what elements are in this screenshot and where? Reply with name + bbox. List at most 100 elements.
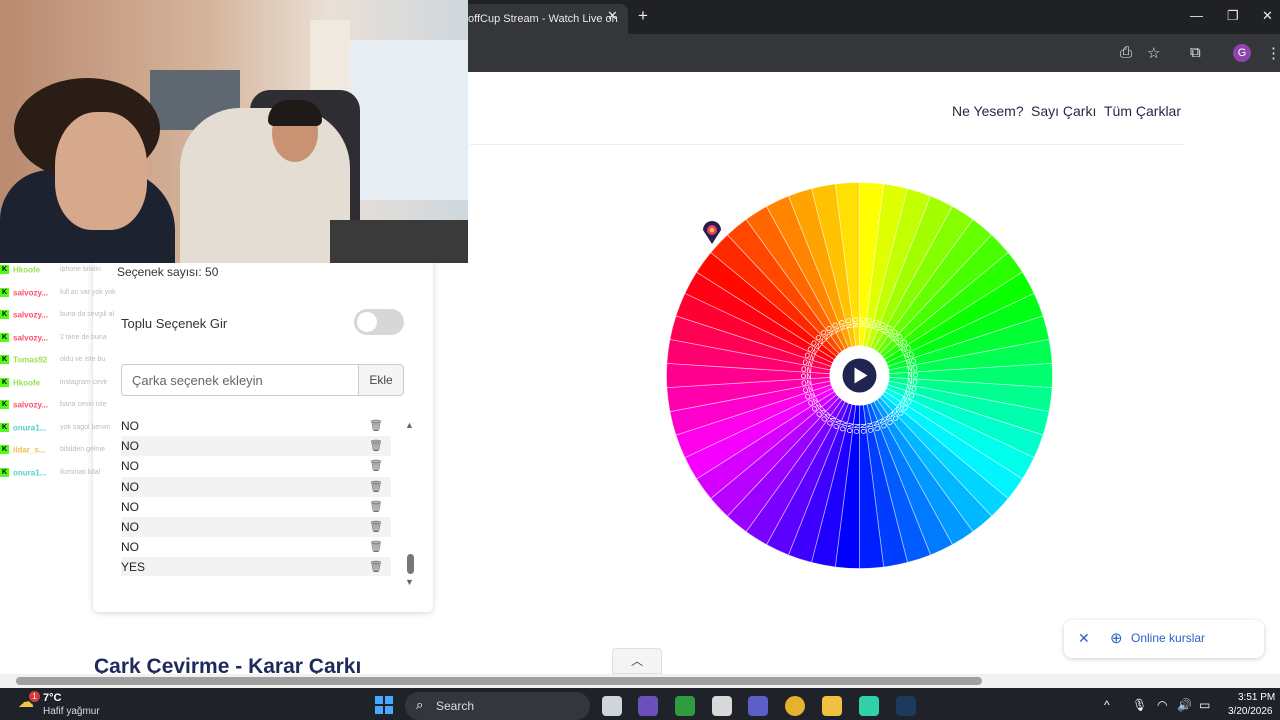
- browser-menu-icon[interactable]: ⋮: [1266, 44, 1280, 62]
- toast-close-icon[interactable]: ✕: [1078, 630, 1090, 647]
- install-app-icon[interactable]: ⎙: [1120, 44, 1132, 61]
- option-row: NO 🗑: [121, 436, 391, 457]
- chat-message: Ksalvozy...: [0, 332, 48, 342]
- chat-text: yok sagol benim: [60, 423, 111, 431]
- browser-tab[interactable]: offCup Stream - Watch Live on: [458, 4, 628, 34]
- chat-username[interactable]: salvozy...: [13, 288, 48, 297]
- chat-username[interactable]: salvozy...: [13, 310, 48, 319]
- tray-overflow-icon[interactable]: ^: [1104, 698, 1110, 712]
- wheel-graphic[interactable]: NONONONONONONONONONONONONONONONONONONONO…: [666, 182, 1053, 569]
- taskbar-app-xbox[interactable]: [675, 696, 695, 716]
- chat-message: Konura1...: [0, 467, 46, 477]
- webcam-person-seated-hair: [268, 100, 322, 126]
- taskbar-app-1[interactable]: [638, 696, 658, 716]
- trash-icon[interactable]: 🗑: [369, 557, 383, 576]
- weather-badge: 1: [29, 691, 40, 702]
- chat-username[interactable]: onura1...: [13, 468, 46, 477]
- trash-icon[interactable]: 🗑: [369, 497, 383, 517]
- battery-icon[interactable]: ▭: [1199, 698, 1210, 712]
- chat-message: Ksalvozy...: [0, 310, 48, 320]
- scroll-to-top-button[interactable]: ︿: [612, 648, 662, 674]
- plus-circle-icon: ⊕: [1110, 630, 1123, 647]
- taskbar-app-store[interactable]: [712, 696, 732, 716]
- kick-badge-icon: K: [0, 467, 9, 477]
- minimize-icon[interactable]: —: [1190, 8, 1203, 23]
- taskbar-app-chrome[interactable]: [785, 696, 805, 716]
- trash-icon[interactable]: 🗑: [369, 537, 383, 557]
- option-row: NO 🗑: [121, 497, 391, 517]
- chat-message: Ksalvozy...: [0, 400, 48, 410]
- trash-icon[interactable]: 🗑: [369, 436, 383, 456]
- taskbar-app-explorer[interactable]: [822, 696, 842, 716]
- search-icon: ⌕: [416, 697, 424, 712]
- maximize-icon[interactable]: ❐: [1227, 8, 1239, 24]
- chat-text: oldu ve iste bu: [60, 356, 106, 363]
- list-scroll-up-icon[interactable]: ▲: [405, 420, 414, 430]
- nav-link-ne-yesem[interactable]: Ne Yesem?: [952, 103, 1024, 119]
- page-heading: Çark Çevirme - Karar Çarkı: [94, 655, 362, 674]
- clock-time[interactable]: 3:51 PM: [1238, 692, 1275, 703]
- taskbar-app-task-view[interactable]: [602, 696, 622, 716]
- chat-username[interactable]: ildar_s...: [13, 445, 45, 454]
- taskbar-app-steam[interactable]: [896, 696, 916, 716]
- microphone-icon[interactable]: 🎙: [1132, 698, 1147, 712]
- webcam-person-seated: [180, 108, 350, 263]
- scrollbar-thumb[interactable]: [16, 677, 982, 685]
- bookmark-star-icon[interactable]: ☆: [1147, 44, 1160, 62]
- taskbar-search[interactable]: [405, 692, 590, 720]
- nav-divider: [470, 144, 1184, 145]
- kick-badge-icon: K: [0, 287, 9, 297]
- new-tab-icon[interactable]: +: [638, 6, 648, 26]
- option-list: NO 🗑 NO 🗑 NO 🗑 NO 🗑 NO 🗑 NO 🗑 NO 🗑 YES 🗑: [121, 416, 391, 576]
- list-scroll-down-icon[interactable]: ▼: [405, 577, 414, 587]
- webcam-overlay: [0, 0, 468, 263]
- toast-link[interactable]: Online kurslar: [1131, 631, 1205, 645]
- taskbar-app-teams[interactable]: [748, 696, 768, 716]
- kick-badge-icon: K: [0, 400, 9, 410]
- extensions-icon[interactable]: ⧉: [1190, 44, 1201, 61]
- option-row: NO 🗑: [121, 476, 391, 497]
- webcam-streamer-face: [55, 112, 147, 230]
- profile-avatar[interactable]: G: [1233, 44, 1251, 62]
- option-label: NO: [121, 519, 139, 534]
- option-row: NO 🗑: [121, 516, 391, 538]
- wheel-segment-label: NO: [852, 316, 861, 328]
- add-option-button[interactable]: Ekle: [358, 364, 404, 396]
- trash-icon[interactable]: 🗑: [369, 416, 383, 436]
- kick-badge-icon: K: [0, 265, 9, 275]
- chat-text: iluminati bilal: [60, 468, 101, 476]
- taskbar-app-discord[interactable]: [859, 696, 879, 716]
- chat-username[interactable]: Hkoofe: [13, 265, 40, 274]
- chat-username[interactable]: salvozy...: [13, 400, 48, 409]
- horizontal-scrollbar[interactable]: [0, 674, 1280, 688]
- chat-message: K Hkoofe: [0, 377, 40, 387]
- chat-message: Konura1...: [0, 422, 46, 432]
- chat-message: Ksalvozy...: [0, 287, 48, 297]
- chat-text: buna da sevgili al: [60, 311, 115, 318]
- chat-username[interactable]: onura1...: [13, 423, 46, 432]
- chat-username[interactable]: salvozy...: [13, 333, 48, 342]
- chat-username[interactable]: Hkoofe: [13, 378, 40, 387]
- trash-icon[interactable]: 🗑: [369, 517, 383, 537]
- option-input[interactable]: [121, 364, 359, 396]
- trash-icon[interactable]: 🗑: [369, 477, 383, 497]
- chat-text: full ac var yok yok: [60, 288, 116, 296]
- chat-message: K Hkoofe: [0, 265, 40, 275]
- list-scrollbar-thumb[interactable]: [407, 554, 414, 574]
- decision-wheel[interactable]: NO NO NO NO NO NO NO NO NO NO NO NO NO NO NO NO NO NO NO NO…: [666, 182, 1053, 569]
- clock-date[interactable]: 3/20/2026: [1228, 706, 1273, 717]
- chat-message: Kildar_s...: [0, 445, 45, 455]
- nav-link-tum-carklar[interactable]: Tüm Çarklar: [1104, 103, 1181, 119]
- kick-badge-icon: K: [0, 445, 9, 455]
- start-button[interactable]: [375, 696, 393, 714]
- wifi-icon[interactable]: ◠: [1157, 698, 1167, 712]
- trash-icon[interactable]: 🗑: [369, 456, 383, 476]
- chat-username[interactable]: Tomas92: [13, 355, 47, 364]
- close-window-icon[interactable]: ✕: [1262, 8, 1273, 24]
- promo-toast: ✕ ⊕ Online kurslar: [1064, 620, 1264, 658]
- bulk-entry-toggle[interactable]: [354, 309, 404, 335]
- volume-icon[interactable]: 🔊: [1177, 698, 1192, 712]
- nav-link-sayi-carki[interactable]: Sayı Çarkı: [1031, 103, 1096, 119]
- chat-text: iphone bilalin: [60, 266, 101, 273]
- tab-close-icon[interactable]: ✕: [607, 8, 618, 24]
